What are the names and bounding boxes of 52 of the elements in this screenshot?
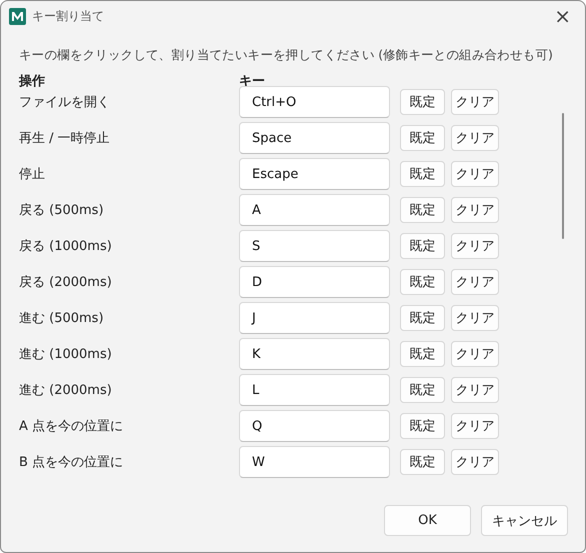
key-field[interactable]: K: [239, 338, 390, 370]
cancel-button[interactable]: キャンセル: [481, 505, 568, 536]
key-field[interactable]: D: [239, 266, 390, 298]
default-button[interactable]: 既定: [400, 269, 445, 295]
key-field[interactable]: Escape: [239, 158, 390, 190]
default-button[interactable]: 既定: [400, 305, 445, 331]
default-button[interactable]: 既定: [400, 125, 445, 151]
clear-button[interactable]: クリア: [451, 341, 499, 367]
action-label: A 点を今の位置に: [19, 418, 124, 435]
clear-button[interactable]: クリア: [451, 449, 499, 475]
action-label: 戻る (2000ms): [19, 274, 113, 291]
key-field[interactable]: Ctrl+O: [239, 86, 390, 118]
default-button[interactable]: 既定: [400, 233, 445, 259]
clear-button[interactable]: クリア: [451, 305, 499, 331]
default-button[interactable]: 既定: [400, 449, 445, 475]
action-label: 進む (500ms): [19, 310, 105, 327]
action-label: B 点を今の位置に: [19, 454, 124, 471]
ok-button[interactable]: OK: [384, 505, 471, 536]
clear-button[interactable]: クリア: [451, 89, 499, 115]
instruction-text: キーの欄をクリックして、割り当てたいキーを押してください (修飾キーとの組み合わせも可): [19, 47, 554, 64]
key-field[interactable]: Q: [239, 410, 390, 442]
scrollbar[interactable]: [562, 113, 564, 239]
app-logo-icon: [9, 8, 26, 24]
action-label: 戻る (500ms): [19, 202, 105, 219]
clear-button[interactable]: クリア: [451, 233, 499, 259]
key-field[interactable]: J: [239, 302, 390, 334]
clear-button[interactable]: クリア: [451, 197, 499, 223]
default-button[interactable]: 既定: [400, 413, 445, 439]
clear-button[interactable]: クリア: [451, 161, 499, 187]
action-label: 戻る (1000ms): [19, 238, 113, 255]
clear-button[interactable]: クリア: [451, 377, 499, 403]
key-field[interactable]: L: [239, 374, 390, 406]
default-button[interactable]: 既定: [400, 377, 445, 403]
key-field[interactable]: S: [239, 230, 390, 262]
action-label: 再生 / 一時停止: [19, 130, 111, 147]
clear-button[interactable]: クリア: [451, 269, 499, 295]
key-field[interactable]: A: [239, 194, 390, 226]
action-label: 停止: [19, 166, 46, 183]
window-title: キー割り当て: [32, 8, 105, 24]
action-label: 進む (1000ms): [19, 346, 113, 363]
column-header: 操作: [19, 73, 46, 90]
key-field[interactable]: W: [239, 446, 390, 478]
action-label: 進む (2000ms): [19, 382, 113, 399]
key-field[interactable]: Space: [239, 122, 390, 154]
default-button[interactable]: 既定: [400, 341, 445, 367]
default-button[interactable]: 既定: [400, 161, 445, 187]
default-button[interactable]: 既定: [400, 197, 445, 223]
clear-button[interactable]: クリア: [451, 125, 499, 151]
action-label: ファイルを開く: [19, 94, 111, 111]
default-button[interactable]: 既定: [400, 89, 445, 115]
clear-button[interactable]: クリア: [451, 413, 499, 439]
close-button[interactable]: ×: [548, 6, 577, 26]
